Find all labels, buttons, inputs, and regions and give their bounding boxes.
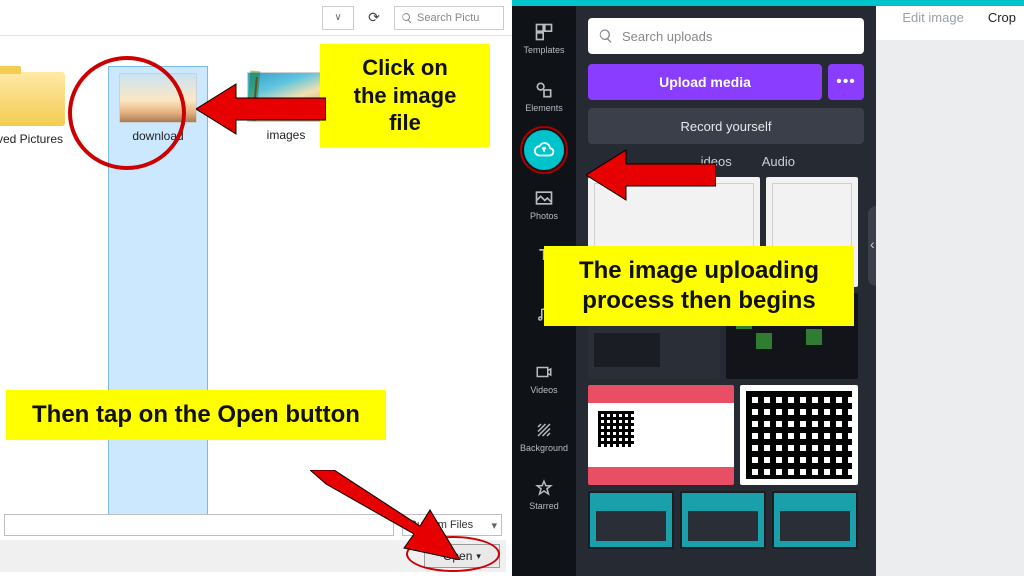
edit-image-button[interactable]: Edit image	[902, 10, 963, 25]
explorer-footer: Custom Files Open	[0, 510, 506, 572]
file-label: ved Pictures	[0, 132, 63, 146]
explorer-search-input[interactable]: Search Pictu	[394, 6, 504, 30]
upload-thumbnail[interactable]	[740, 385, 858, 485]
sidebar-label: Elements	[525, 103, 563, 113]
sidebar-item-starred[interactable]: Starred	[512, 468, 576, 520]
sidebar-item-videos[interactable]: Videos	[512, 352, 576, 404]
cloud-upload-icon	[533, 139, 555, 161]
search-placeholder: Search Pictu	[417, 12, 479, 24]
open-button[interactable]: Open	[424, 544, 500, 568]
sidebar-label: Starred	[529, 501, 559, 511]
filetype-dropdown[interactable]: Custom Files	[402, 514, 502, 536]
tab-audio[interactable]: Audio	[762, 154, 795, 169]
star-icon	[533, 477, 555, 499]
upload-thumbnail[interactable]	[588, 385, 734, 485]
upload-media-label: Upload media	[659, 74, 751, 90]
sidebar-item-photos[interactable]: Photos	[512, 178, 576, 230]
background-icon	[533, 419, 555, 441]
search-icon	[598, 28, 614, 44]
templates-icon	[533, 21, 555, 43]
callout-tap-open: Then tap on the Open button	[6, 390, 386, 440]
upload-more-button[interactable]: •••	[828, 64, 864, 100]
image-thumbnail-download	[119, 73, 197, 123]
upload-media-button[interactable]: Upload media	[588, 64, 822, 100]
upload-thumbnail[interactable]	[680, 491, 766, 549]
upload-thumbnail[interactable]	[772, 491, 858, 549]
sidebar-item-elements[interactable]: Elements	[512, 70, 576, 122]
more-icon: •••	[836, 73, 856, 91]
address-dropdown[interactable]: ∨	[322, 6, 354, 30]
sidebar-label: Photos	[530, 211, 558, 221]
open-label: Open	[443, 549, 472, 563]
crop-button[interactable]: Crop	[988, 10, 1016, 25]
search-placeholder: Search uploads	[622, 29, 712, 44]
videos-icon	[533, 361, 555, 383]
sidebar-label: Background	[520, 443, 568, 453]
file-item-download[interactable]: download	[108, 66, 208, 536]
record-yourself-button[interactable]: Record yourself	[588, 108, 864, 144]
uploads-tab-button[interactable]	[524, 130, 564, 170]
image-thumbnail-images	[247, 72, 325, 122]
refresh-icon[interactable]: ⟳	[362, 6, 386, 30]
file-label: images	[267, 128, 306, 142]
callout-uploading: The image uploading process then begins	[544, 246, 854, 326]
panel-collapse-handle[interactable]	[868, 206, 876, 286]
sidebar-item-templates[interactable]: Templates	[512, 12, 576, 64]
sidebar-item-background[interactable]: Background	[512, 410, 576, 462]
record-label: Record yourself	[680, 119, 771, 134]
explorer-toolbar: ∨ ⟳ Search Pictu	[0, 0, 512, 36]
filename-input[interactable]	[4, 514, 394, 536]
sidebar-label: Videos	[530, 385, 557, 395]
tab-videos[interactable]: ideos	[701, 154, 732, 169]
filetype-label: Custom Files	[409, 519, 473, 531]
search-icon	[401, 12, 413, 24]
search-uploads-input[interactable]: Search uploads	[588, 18, 864, 54]
folder-icon	[0, 72, 65, 126]
canva-topright: Edit image Crop	[902, 10, 1016, 25]
upload-thumbnail[interactable]	[588, 491, 674, 549]
uploads-grid	[576, 177, 876, 549]
uploads-tabs: Images ideos Audio	[588, 154, 864, 169]
elements-icon	[533, 79, 555, 101]
sidebar-label: Templates	[523, 45, 564, 55]
canvas-area[interactable]	[876, 40, 1024, 576]
file-item-folder[interactable]: ved Pictures	[0, 66, 80, 536]
file-label: download	[132, 129, 183, 143]
callout-click-file: Click on the image file	[320, 44, 490, 147]
photos-icon	[533, 187, 555, 209]
